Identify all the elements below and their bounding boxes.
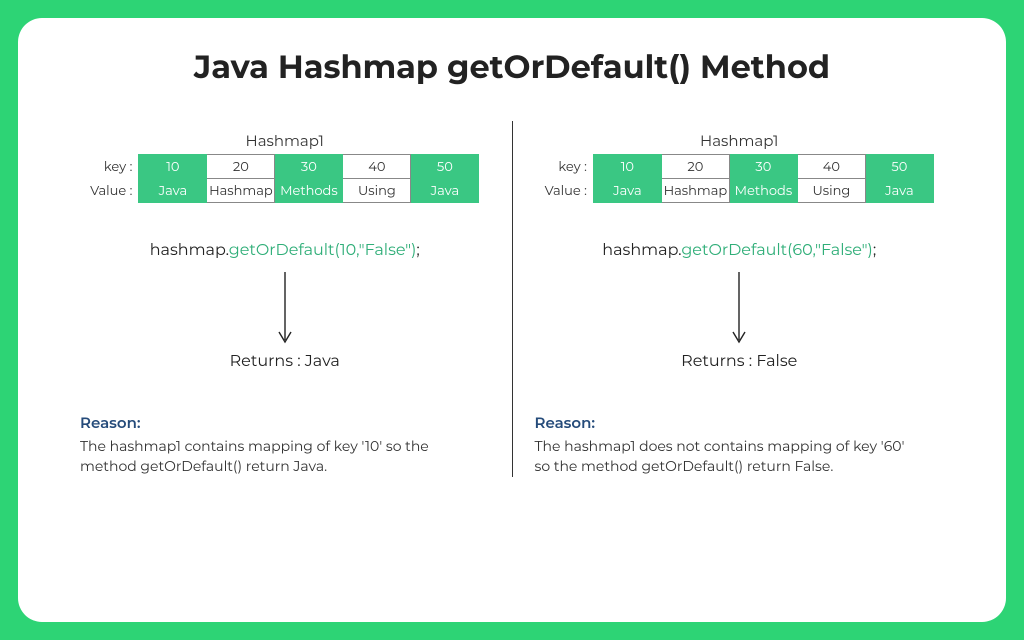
hashmap-table-right: key : Value : 1020304050 JavaHashmapMeth… xyxy=(545,154,934,203)
table-cell: Java xyxy=(865,179,933,203)
hashmap-grid-right: 1020304050 JavaHashmapMethodsUsingJava xyxy=(593,154,934,203)
key-label: key : xyxy=(545,155,587,179)
table-cell: 50 xyxy=(411,155,479,179)
table-cell: Hashmap xyxy=(661,179,729,203)
arrow-down-icon xyxy=(275,270,295,348)
returns-right: Returns : False xyxy=(681,352,797,371)
hashmap-name-left: Hashmap1 xyxy=(246,131,324,150)
code-call-right: hashmap.getOrDefault(60,"False"); xyxy=(602,241,876,260)
reason-text-left: The hashmap1 contains mapping of key '10… xyxy=(80,436,460,477)
key-label: key : xyxy=(90,155,132,179)
reason-block-right: Reason: The hashmap1 does not contains m… xyxy=(529,413,915,477)
call-suffix: ; xyxy=(416,241,419,260)
table-cell: Methods xyxy=(275,179,343,203)
hashmap-table-left: key : Value : 1020304050 JavaHashmapMeth… xyxy=(90,154,479,203)
key-row: 1020304050 xyxy=(593,155,933,179)
table-cell: 20 xyxy=(207,155,275,179)
table-cell: Using xyxy=(797,179,865,203)
value-label: Value : xyxy=(545,179,587,203)
reason-text-right: The hashmap1 does not contains mapping o… xyxy=(535,436,915,477)
value-label: Value : xyxy=(90,179,132,203)
table-cell: Hashmap xyxy=(207,179,275,203)
code-call-left: hashmap.getOrDefault(10,"False"); xyxy=(150,241,420,260)
value-row: JavaHashmapMethodsUsingJava xyxy=(139,179,479,203)
call-highlight: getOrDefault(60,"False") xyxy=(681,241,872,260)
table-cell: 30 xyxy=(275,155,343,179)
call-prefix: hashmap. xyxy=(602,241,681,260)
table-cell: 40 xyxy=(797,155,865,179)
call-highlight: getOrDefault(10,"False") xyxy=(229,241,417,260)
returns-left: Returns : Java xyxy=(230,352,340,371)
value-row: JavaHashmapMethodsUsingJava xyxy=(593,179,933,203)
table-cell: 10 xyxy=(593,155,661,179)
table-cell: Java xyxy=(593,179,661,203)
key-row: 1020304050 xyxy=(139,155,479,179)
table-cell: Java xyxy=(411,179,479,203)
left-column: Hashmap1 key : Value : 1020304050 JavaHa… xyxy=(58,131,512,477)
call-prefix: hashmap. xyxy=(150,241,229,260)
table-cell: 40 xyxy=(343,155,411,179)
table-cell: Using xyxy=(343,179,411,203)
page-title: Java Hashmap getOrDefault() Method xyxy=(58,48,966,87)
table-cell: Java xyxy=(139,179,207,203)
call-suffix: ; xyxy=(873,241,876,260)
right-column: Hashmap1 key : Value : 1020304050 JavaHa… xyxy=(513,131,967,477)
table-cell: 20 xyxy=(661,155,729,179)
arrow-down-icon xyxy=(729,270,749,348)
hashmap-grid-left: 1020304050 JavaHashmapMethodsUsingJava xyxy=(138,154,479,203)
table-cell: 50 xyxy=(865,155,933,179)
hashmap-name-right: Hashmap1 xyxy=(700,131,778,150)
row-labels-left: key : Value : xyxy=(90,154,132,203)
row-labels-right: key : Value : xyxy=(545,154,587,203)
reason-heading: Reason: xyxy=(80,413,460,432)
table-cell: Methods xyxy=(729,179,797,203)
reason-block-left: Reason: The hashmap1 contains mapping of… xyxy=(74,413,460,477)
columns: Hashmap1 key : Value : 1020304050 JavaHa… xyxy=(58,131,966,477)
card: Java Hashmap getOrDefault() Method Hashm… xyxy=(18,18,1006,622)
reason-heading: Reason: xyxy=(535,413,915,432)
table-cell: 10 xyxy=(139,155,207,179)
table-cell: 30 xyxy=(729,155,797,179)
